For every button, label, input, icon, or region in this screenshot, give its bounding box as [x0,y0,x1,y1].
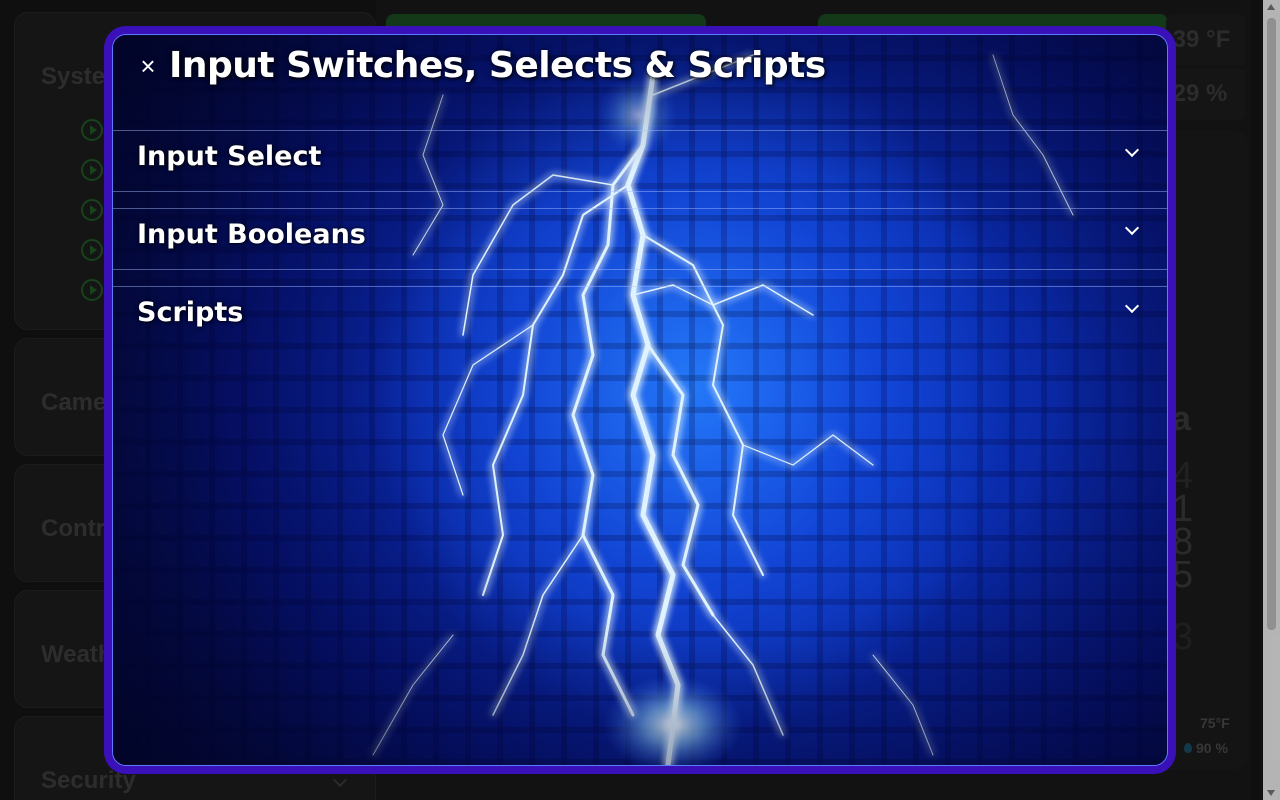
chevron-down-icon[interactable] [1124,298,1140,314]
dialog-title: Input Switches, Selects & Scripts [169,45,826,86]
chevron-down-icon[interactable] [1124,220,1140,236]
chevron-down-icon[interactable] [1124,142,1140,158]
accordion-input-booleans[interactable]: Input Booleans [113,208,1167,270]
accordion-label: Input Booleans [137,219,366,250]
accordion-input-select[interactable]: Input Select [113,130,1167,192]
dialog-content: × Input Switches, Selects & Scripts Inpu… [112,34,1168,766]
accordion-scripts[interactable]: Scripts [113,286,1167,348]
dialog-header: × Input Switches, Selects & Scripts [113,35,1167,131]
dialog-accordion: Input Select Input Booleans Scripts [113,130,1167,348]
accordion-label: Scripts [137,297,244,328]
input-switches-dialog: × Input Switches, Selects & Scripts Inpu… [104,26,1176,774]
close-icon[interactable]: × [137,53,159,79]
accordion-label: Input Select [137,141,322,172]
